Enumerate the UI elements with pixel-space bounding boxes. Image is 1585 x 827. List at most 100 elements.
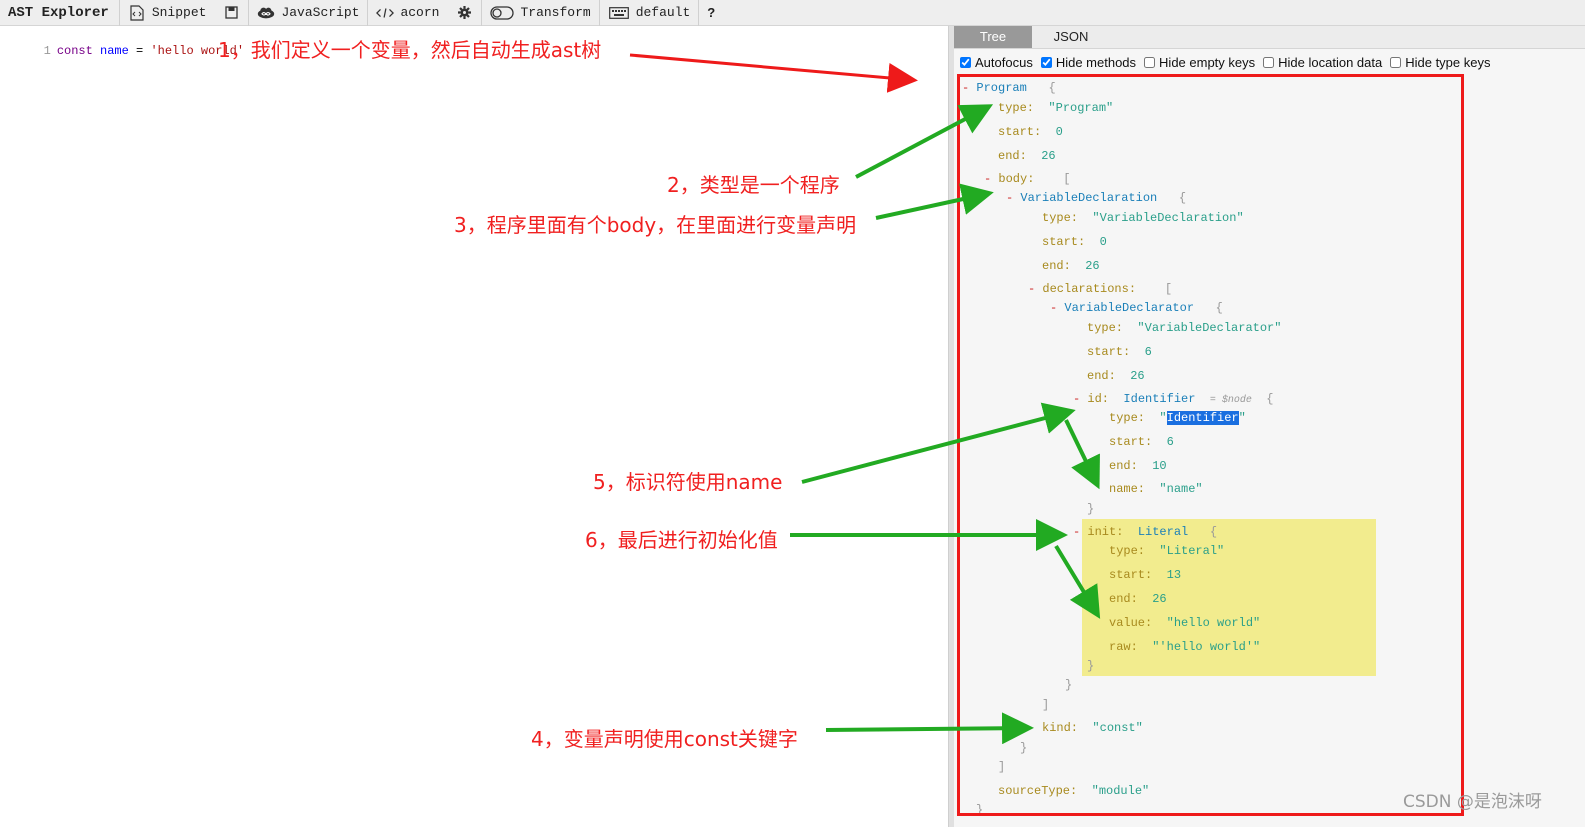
prop-key: init: (1087, 525, 1124, 539)
tree-prop: start: 0 (1042, 234, 1107, 250)
ast-tree: - Program { type: "Program" start: 0 end… (0, 0, 1585, 827)
prop-value: 26 (1130, 369, 1145, 383)
tree-prop: type: "VariableDeclaration" (1042, 210, 1244, 226)
tree-prop-init[interactable]: - init: Literal { (1073, 524, 1217, 540)
tree-prop: end: 26 (1109, 591, 1167, 607)
prop-value: 13 (1166, 568, 1182, 582)
node-type-label: VariableDeclarator (1064, 301, 1195, 315)
prop-value: "Identifier" (1159, 411, 1246, 425)
prop-key: end: (1109, 459, 1138, 473)
prop-key: declarations: (1042, 282, 1137, 296)
collapse-toggle[interactable]: - (1073, 525, 1087, 539)
node-type-label: Identifier (1123, 392, 1196, 406)
open-brace: { (1215, 301, 1223, 315)
tree-prop-id[interactable]: - id: Identifier = $node { (1073, 391, 1273, 407)
prop-key: start: (1109, 568, 1153, 582)
node-type-label: Program (976, 81, 1027, 95)
close-brace: } (1087, 502, 1095, 516)
tree-node-variable-declaration[interactable]: - VariableDeclaration { (1006, 190, 1186, 206)
tree-node-program[interactable]: - Program { (962, 80, 1056, 96)
node-ref: = $node (1209, 395, 1252, 406)
prop-value: "const" (1092, 721, 1143, 735)
prop-value: 26 (1085, 259, 1100, 273)
prop-key: body: (998, 172, 1035, 186)
prop-key: type: (1109, 411, 1146, 425)
collapse-toggle[interactable]: - (962, 81, 976, 95)
prop-value: "name" (1159, 482, 1203, 496)
tree-prop: name: "name" (1109, 481, 1203, 497)
prop-key: raw: (1109, 640, 1138, 654)
collapse-toggle[interactable]: - (984, 172, 998, 186)
close-brace: } (1087, 659, 1095, 673)
prop-value: 0 (1099, 235, 1107, 249)
prop-key: start: (1087, 345, 1131, 359)
prop-key: end: (1087, 369, 1116, 383)
prop-key: type: (998, 101, 1035, 115)
annotation-1: 1，我们定义一个变量，然后自动生成ast树 (218, 38, 602, 62)
prop-value: "Program" (1048, 101, 1114, 115)
prop-key: sourceType: (998, 784, 1078, 798)
open-brace: { (1266, 392, 1274, 406)
prop-key: kind: (1042, 721, 1079, 735)
prop-value: 10 (1152, 459, 1167, 473)
close-brace: } (976, 803, 984, 817)
annotation-3: 3，程序里面有个body，在里面进行变量声明 (454, 213, 857, 237)
close-brace: } (1020, 741, 1028, 755)
tree-prop: type: "Program" (998, 100, 1113, 116)
tree-prop: type: "VariableDeclarator" (1087, 320, 1281, 336)
prop-value: "module" (1091, 784, 1150, 798)
prop-key: id: (1087, 392, 1110, 406)
collapse-toggle[interactable]: - (1050, 301, 1064, 315)
tree-prop: sourceType: "module" (998, 783, 1149, 799)
open-bracket: [ (1164, 282, 1173, 296)
annotation-6: 6，最后进行初始化值 (585, 528, 778, 552)
annotation-4: 4，变量声明使用const关键字 (531, 727, 798, 751)
open-brace: { (1209, 525, 1218, 539)
tree-prop: end: 26 (998, 148, 1056, 164)
prop-value: 26 (1041, 149, 1056, 163)
tree-prop: type: "Literal" (1109, 543, 1224, 559)
tree-prop: start: 6 (1087, 344, 1152, 360)
open-bracket: [ (1063, 172, 1071, 186)
prop-key: end: (1042, 259, 1071, 273)
tree-prop: raw: "'hello world'" (1109, 639, 1260, 655)
prop-value: "hello world" (1166, 616, 1261, 630)
tree-prop: end: 26 (1087, 368, 1145, 384)
prop-key: end: (998, 149, 1027, 163)
prop-key: type: (1087, 321, 1124, 335)
prop-key: value: (1109, 616, 1153, 630)
prop-key: start: (998, 125, 1042, 139)
tree-prop: type: "Identifier" (1109, 410, 1246, 426)
tree-prop: start: 0 (998, 124, 1063, 140)
close-brace: } (1065, 678, 1073, 692)
prop-value: "Literal" (1159, 544, 1225, 558)
open-brace: { (1048, 81, 1056, 95)
close-bracket: ] (1042, 698, 1050, 712)
tree-prop-body[interactable]: - body: [ (984, 171, 1070, 187)
tree-node-variable-declarator[interactable]: - VariableDeclarator { (1050, 300, 1223, 316)
prop-key: type: (1109, 544, 1146, 558)
prop-key: end: (1109, 592, 1138, 606)
prop-value: 6 (1166, 435, 1174, 449)
tree-prop: end: 26 (1042, 258, 1100, 274)
selected-text: Identifier (1166, 411, 1239, 425)
tree-prop: start: 13 (1109, 567, 1181, 583)
close-bracket: ] (998, 760, 1006, 774)
prop-value: 26 (1152, 592, 1167, 606)
prop-key: name: (1109, 482, 1146, 496)
prop-key: start: (1042, 235, 1086, 249)
tree-prop-declarations[interactable]: - declarations: [ (1028, 281, 1172, 297)
prop-key: start: (1109, 435, 1153, 449)
collapse-toggle[interactable]: - (1006, 191, 1020, 205)
tree-prop: kind: "const" (1042, 720, 1143, 736)
prop-key: type: (1042, 211, 1079, 225)
prop-value: "VariableDeclarator" (1137, 321, 1282, 335)
collapse-toggle[interactable]: - (1028, 282, 1042, 296)
node-type-label: Literal (1137, 525, 1189, 539)
node-type-label: VariableDeclaration (1020, 191, 1158, 205)
open-brace: { (1178, 191, 1187, 205)
annotation-2: 2，类型是一个程序 (667, 173, 840, 197)
tree-prop: start: 6 (1109, 434, 1174, 450)
collapse-toggle[interactable]: - (1073, 392, 1087, 406)
annotation-5: 5，标识符使用name (593, 470, 783, 494)
